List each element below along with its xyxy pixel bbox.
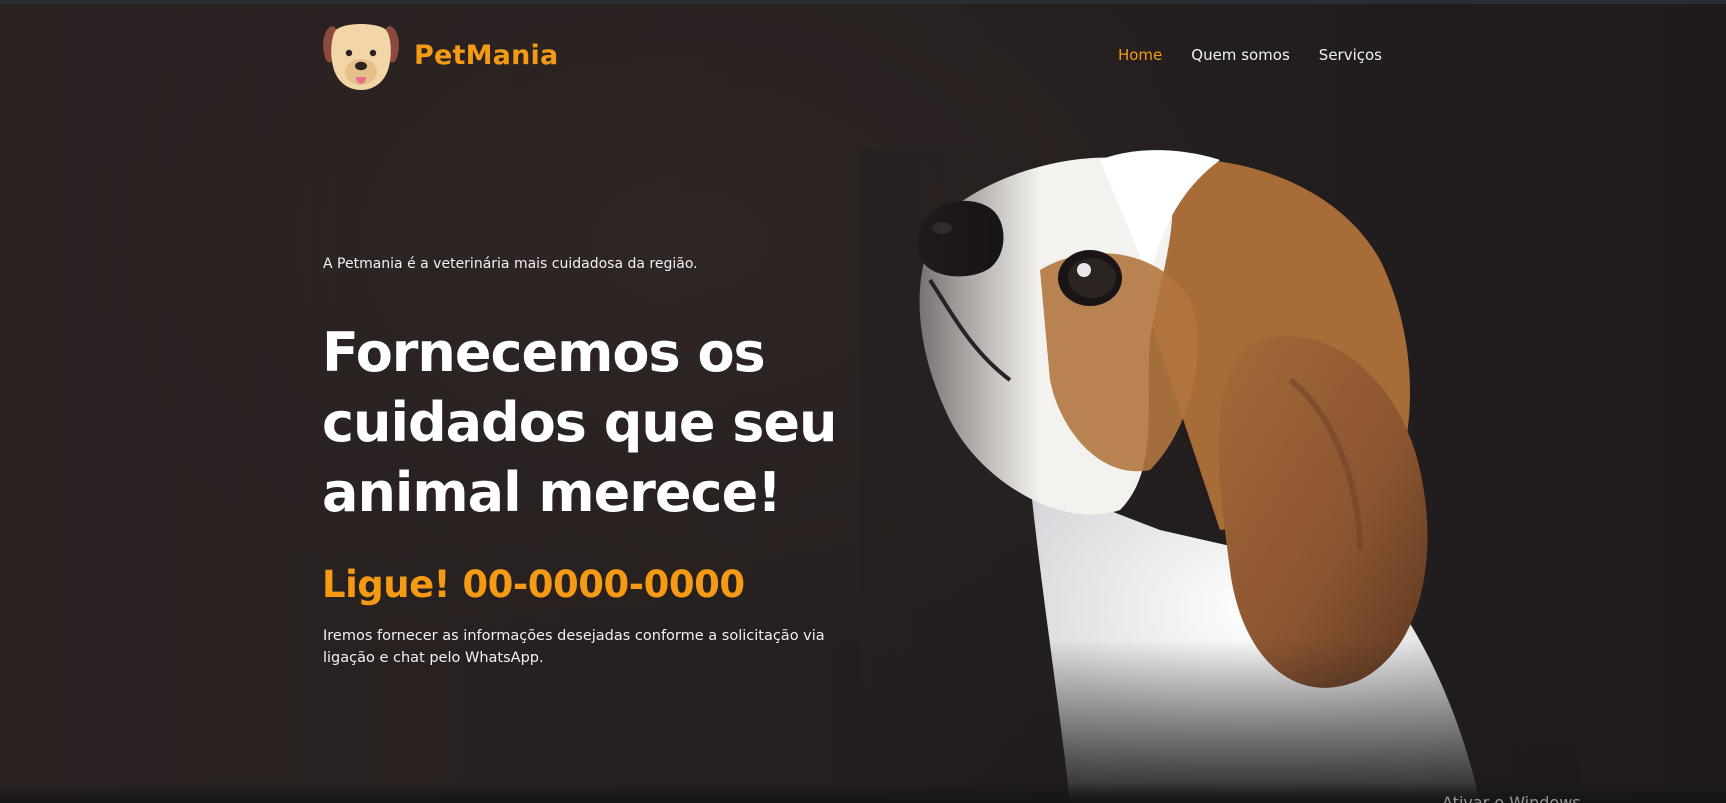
hero-info-text: Iremos fornecer as informações desejadas… xyxy=(323,628,825,666)
nav-item-quem-somos[interactable]: Quem somos xyxy=(1191,46,1290,64)
os-watermark: Ativar o Windows xyxy=(1442,793,1581,803)
nav-item-home[interactable]: Home xyxy=(1118,46,1162,64)
site-header: PetMania Home Quem somos Serviços xyxy=(322,18,1382,94)
hero-headline: Fornecemos os cuidados que seu animal me… xyxy=(322,321,837,524)
main-nav: Home Quem somos Serviços xyxy=(1118,46,1382,64)
beagle-puppy-image xyxy=(860,150,1580,803)
page: PetMania Home Quem somos Serviços A Petm… xyxy=(0,0,1726,803)
brand-name[interactable]: PetMania xyxy=(414,40,558,71)
top-strip xyxy=(0,0,1726,4)
nav-item-servicos[interactable]: Serviços xyxy=(1319,46,1382,64)
hero-subtitle: A Petmania é a veterinária mais cuidados… xyxy=(323,256,698,272)
dog-face-icon[interactable] xyxy=(322,20,400,94)
phone-cta[interactable]: Ligue! 00-0000-0000 xyxy=(322,563,745,606)
